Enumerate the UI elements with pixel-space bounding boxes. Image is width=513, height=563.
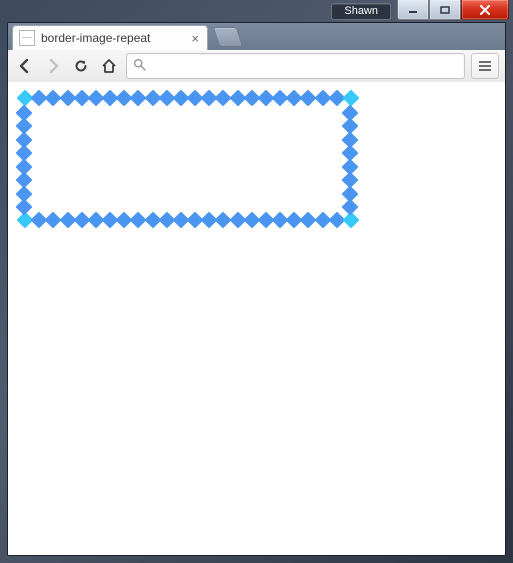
search-icon (133, 58, 146, 74)
window-titlebar: Shawn (0, 0, 513, 24)
forward-arrow-icon (45, 58, 61, 74)
tab-close-button[interactable]: × (191, 32, 199, 45)
reload-button[interactable] (70, 55, 92, 77)
window-minimize-button[interactable] (397, 0, 429, 20)
tab-strip: border-image-repeat × (8, 23, 505, 50)
border-top (18, 92, 358, 106)
page-favicon-icon (19, 30, 35, 46)
chrome-menu-button[interactable] (471, 53, 499, 79)
address-input[interactable] (152, 58, 458, 75)
window-maximize-button[interactable] (429, 0, 461, 20)
new-tab-button[interactable] (213, 27, 243, 47)
omnibox[interactable] (126, 53, 465, 79)
browser-window: border-image-repeat × (7, 22, 506, 556)
back-arrow-icon (17, 58, 33, 74)
browser-toolbar (8, 50, 505, 83)
user-badge: Shawn (331, 3, 391, 20)
home-button[interactable] (98, 55, 120, 77)
border-left (18, 92, 32, 228)
close-icon (479, 5, 491, 15)
tab-title: border-image-repeat (41, 31, 150, 45)
border-right (344, 92, 358, 228)
home-icon (101, 58, 117, 74)
forward-button[interactable] (42, 55, 64, 77)
page-viewport (8, 82, 505, 555)
browser-tab[interactable]: border-image-repeat × (12, 25, 208, 50)
maximize-icon (440, 6, 450, 14)
window-buttons (397, 0, 509, 20)
diamond-edge-icon (16, 199, 33, 216)
window-frame: Shawn border-image-repeat × (0, 0, 513, 563)
reload-icon (73, 58, 89, 74)
minimize-icon (408, 6, 418, 14)
diamond-edge-icon (342, 199, 359, 216)
window-close-button[interactable] (461, 0, 509, 20)
border-image-demo (18, 92, 358, 228)
menu-icon (479, 65, 491, 67)
border-bottom (18, 214, 358, 228)
back-button[interactable] (14, 55, 36, 77)
